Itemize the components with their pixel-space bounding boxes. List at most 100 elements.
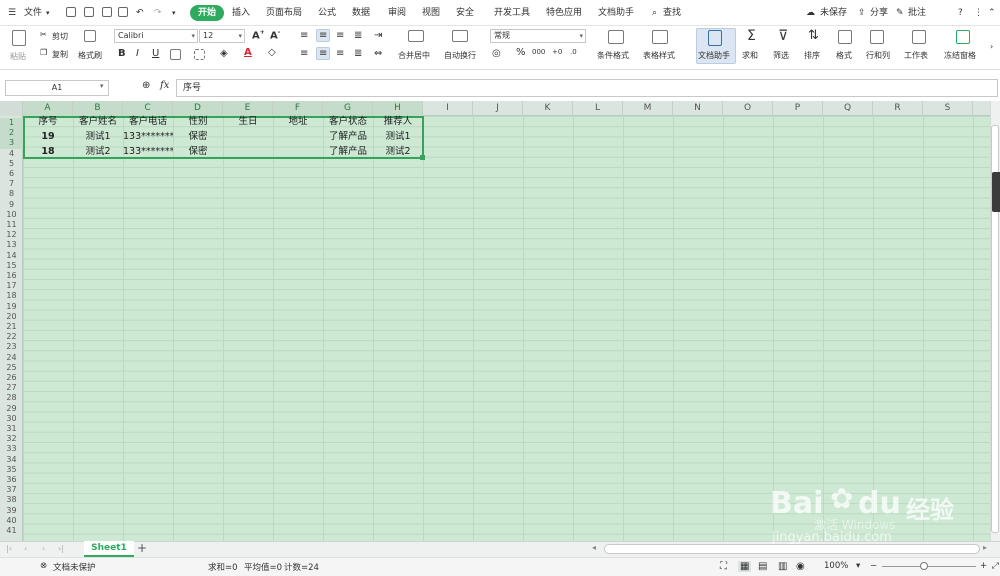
- hamburger-icon[interactable]: ☰: [8, 6, 16, 20]
- row-header[interactable]: 11: [0, 220, 23, 230]
- row-header[interactable]: 13: [0, 240, 23, 250]
- table-cell[interactable]: 133*******: [123, 145, 173, 159]
- row-header[interactable]: 28: [0, 393, 23, 403]
- cut-button[interactable]: 剪切: [52, 31, 68, 42]
- row-header[interactable]: 15: [0, 261, 23, 271]
- row-header[interactable]: 19: [0, 302, 23, 312]
- ribbon-scroll-icon[interactable]: ›: [990, 42, 993, 51]
- orientation-icon[interactable]: ≣: [354, 30, 362, 41]
- header-cell[interactable]: 推荐人: [373, 115, 423, 129]
- align-right-icon[interactable]: ≡: [336, 48, 344, 59]
- row-header[interactable]: 34: [0, 455, 23, 465]
- tab-developer[interactable]: 开发工具: [494, 6, 530, 20]
- zoom-slider-track[interactable]: [882, 566, 976, 567]
- tab-security[interactable]: 安全: [456, 6, 474, 20]
- table-cell[interactable]: [273, 130, 323, 144]
- filter-icon[interactable]: ⊽: [778, 28, 788, 44]
- first-sheet-icon[interactable]: |‹: [6, 544, 12, 553]
- rows-cols-button[interactable]: 行和列: [866, 50, 890, 61]
- row-header[interactable]: 9: [0, 200, 23, 210]
- print-preview-icon[interactable]: [84, 7, 94, 17]
- tab-formulas[interactable]: 公式: [318, 6, 336, 20]
- table-cell[interactable]: 了解产品: [323, 145, 373, 159]
- tab-review[interactable]: 审阅: [388, 6, 406, 20]
- sheet-grid[interactable]: [0, 101, 990, 541]
- format-painter-button[interactable]: 格式刷: [78, 50, 102, 61]
- add-sheet-icon[interactable]: +: [137, 541, 147, 555]
- column-header[interactable]: M: [623, 101, 673, 116]
- row-header[interactable]: 20: [0, 312, 23, 322]
- column-header[interactable]: E: [223, 101, 273, 116]
- conditional-format-icon[interactable]: [608, 30, 624, 44]
- normal-view-icon[interactable]: ▦: [738, 561, 752, 572]
- header-cell[interactable]: 性别: [173, 115, 223, 129]
- column-header[interactable]: H: [373, 101, 423, 116]
- collapse-ribbon-icon[interactable]: ⌃: [988, 6, 996, 20]
- tab-page-layout[interactable]: 页面布局: [266, 6, 302, 20]
- table-cell[interactable]: 测试1: [73, 130, 123, 144]
- format-painter-icon[interactable]: [84, 30, 96, 42]
- column-header[interactable]: O: [723, 101, 773, 116]
- format-icon[interactable]: [838, 30, 852, 44]
- row-header[interactable]: 22: [0, 332, 23, 342]
- copy-button[interactable]: 复制: [52, 49, 68, 60]
- tab-special[interactable]: 特色应用: [546, 6, 582, 20]
- sort-icon[interactable]: ⇅: [808, 28, 819, 43]
- table-style-button[interactable]: 表格样式: [643, 50, 675, 61]
- sort-button[interactable]: 排序: [804, 50, 820, 61]
- unsaved-status[interactable]: 未保存: [820, 6, 847, 20]
- side-panel-tab[interactable]: [992, 172, 1000, 212]
- next-sheet-icon[interactable]: ›: [42, 544, 45, 553]
- paste-icon[interactable]: [12, 30, 26, 46]
- table-cell[interactable]: [223, 130, 273, 144]
- column-header[interactable]: B: [73, 101, 123, 116]
- number-format-select[interactable]: 常规 ▾: [490, 29, 586, 43]
- column-header[interactable]: Q: [823, 101, 873, 116]
- row-header[interactable]: 14: [0, 251, 23, 261]
- chevron-down-icon[interactable]: ▾: [100, 82, 104, 90]
- search-button[interactable]: 查找: [663, 6, 681, 20]
- tab-data[interactable]: 数据: [352, 6, 370, 20]
- table-style-icon[interactable]: [652, 30, 668, 44]
- select-all-corner[interactable]: [0, 101, 23, 116]
- underline-button[interactable]: U: [152, 48, 159, 59]
- row-header[interactable]: 31: [0, 424, 23, 434]
- table-cell[interactable]: 19: [23, 130, 73, 144]
- undo-icon[interactable]: ↶: [136, 6, 144, 20]
- row-header[interactable]: 40: [0, 516, 23, 526]
- row-header[interactable]: 26: [0, 373, 23, 383]
- column-header[interactable]: C: [123, 101, 173, 116]
- filter-button[interactable]: 筛选: [773, 50, 789, 61]
- freeze-panes-icon[interactable]: [956, 30, 970, 44]
- save-icon[interactable]: [66, 7, 76, 17]
- merge-center-button[interactable]: 合并居中: [398, 50, 430, 61]
- doc-assistant-icon[interactable]: [708, 30, 722, 46]
- eye-protect-icon[interactable]: ⛶: [720, 561, 727, 572]
- align-bottom-icon[interactable]: ≡: [336, 30, 344, 41]
- share-button[interactable]: 分享: [870, 6, 888, 20]
- menu-file[interactable]: 文件: [24, 6, 42, 20]
- column-header[interactable]: S: [923, 101, 973, 116]
- decrease-decimal-icon[interactable]: .0: [570, 48, 577, 56]
- fx-icon[interactable]: fx: [160, 80, 169, 91]
- tab-insert[interactable]: 插入: [232, 6, 250, 20]
- header-cell[interactable]: 地址: [273, 115, 323, 129]
- row-header[interactable]: 16: [0, 271, 23, 281]
- conditional-format-button[interactable]: 条件格式: [597, 50, 629, 61]
- tab-view[interactable]: 视图: [422, 6, 440, 20]
- row-header[interactable]: 23: [0, 342, 23, 352]
- increase-decimal-icon[interactable]: +0: [552, 48, 562, 56]
- row-header[interactable]: 1: [0, 118, 23, 129]
- increase-font-icon[interactable]: A+: [252, 29, 265, 41]
- row-header[interactable]: 27: [0, 383, 23, 393]
- wrap-text-button[interactable]: 自动换行: [444, 50, 476, 61]
- header-cell[interactable]: 客户电话: [123, 115, 173, 129]
- zoom-fx-icon[interactable]: ⊕: [142, 80, 150, 91]
- name-box[interactable]: A1: [5, 80, 109, 96]
- search-icon[interactable]: ⌕: [652, 6, 657, 20]
- tab-doc-assistant[interactable]: 文档助手: [598, 6, 634, 20]
- wrap-text-icon[interactable]: [452, 30, 468, 42]
- column-header[interactable]: N: [673, 101, 723, 116]
- align-top-icon[interactable]: ≡: [300, 30, 308, 41]
- header-cell[interactable]: 序号: [23, 115, 73, 129]
